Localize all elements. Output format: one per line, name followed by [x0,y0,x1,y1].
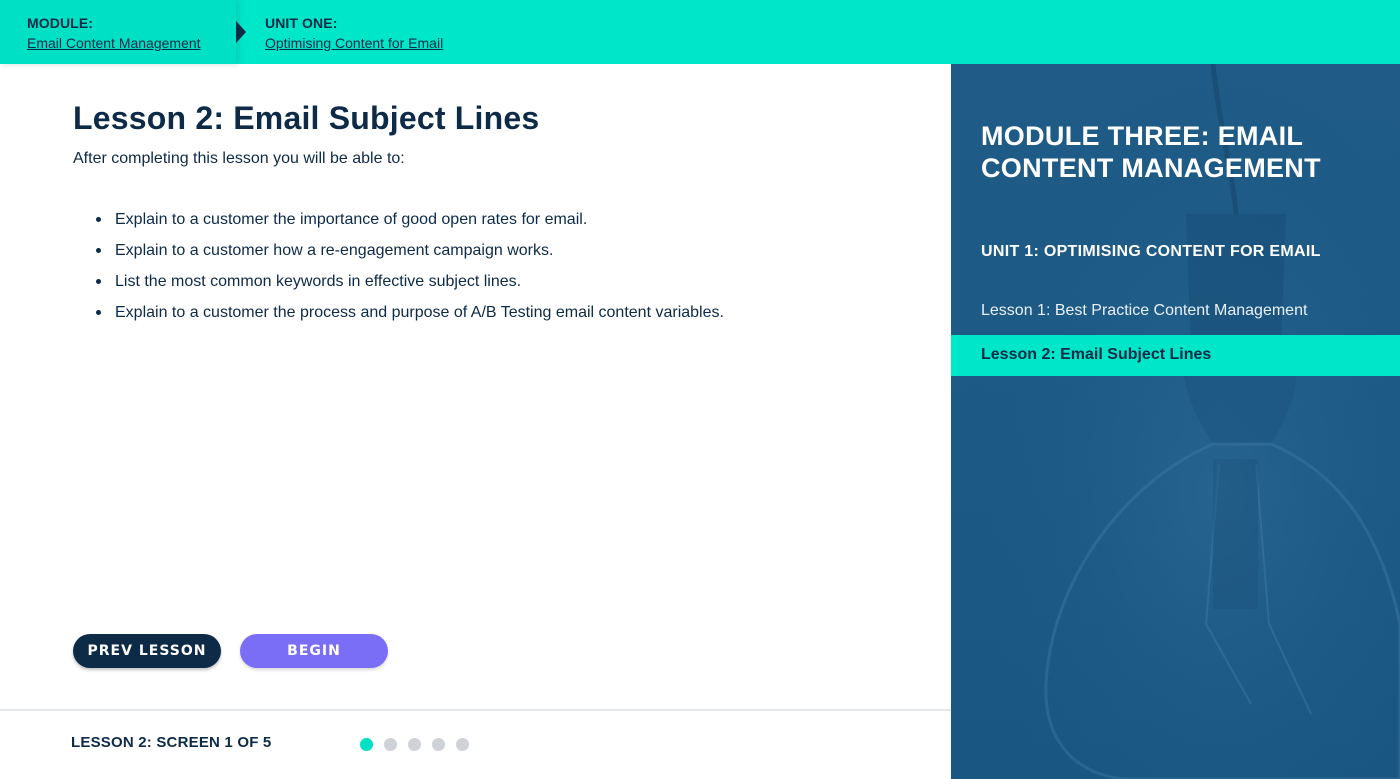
breadcrumb-module: MODULE: Email Content Management [27,13,201,53]
sidebar-unit-title: UNIT 1: OPTIMISING CONTENT FOR EMAIL [981,243,1321,260]
pager-dot-1[interactable] [360,738,373,751]
objective-text: Explain to a customer how a re-engagemen… [115,242,554,259]
sidebar-lesson-2-label: Lesson 2: Email Subject Lines [981,346,1212,363]
prev-lesson-button[interactable]: PREV LESSON [73,634,221,668]
objective-item: Explain to a customer how a re-engagemen… [96,235,724,266]
bullet-icon [96,310,101,315]
pager-dot-5[interactable] [456,738,469,751]
objective-text: Explain to a customer the process and pu… [115,304,724,321]
pager-dot-2[interactable] [384,738,397,751]
sidebar-lesson-1[interactable]: Lesson 1: Best Practice Content Manageme… [981,302,1307,320]
breadcrumb-module-label: MODULE: [27,15,94,31]
pager-dot-4[interactable] [432,738,445,751]
breadcrumb-unit-label: UNIT ONE: [265,15,338,31]
begin-button[interactable]: BEGIN [240,634,388,668]
objective-item: Explain to a customer the process and pu… [96,297,724,328]
footer-divider [0,709,951,711]
breadcrumb-module-link[interactable]: Email Content Management [27,33,201,53]
breadcrumb-arrow-icon [236,21,246,43]
sidebar-lesson-2-active[interactable]: Lesson 2: Email Subject Lines [951,335,1400,376]
screen-pager [360,738,469,751]
objectives-list: Explain to a customer the importance of … [96,204,724,328]
breadcrumb-unit-link[interactable]: Optimising Content for Email [265,33,443,53]
pager-dot-3[interactable] [408,738,421,751]
objective-item: List the most common keywords in effecti… [96,266,724,297]
lesson-title: Lesson 2: Email Subject Lines [73,100,540,136]
bullet-icon [96,248,101,253]
breadcrumb-unit: UNIT ONE: Optimising Content for Email [265,13,443,53]
course-outline-panel: MODULE THREE: EMAIL CONTENT MANAGEMENT U… [951,64,1400,779]
top-breadcrumb-bar: MODULE: Email Content Management UNIT ON… [0,0,1400,64]
objective-item: Explain to a customer the importance of … [96,204,724,235]
screen-counter: LESSON 2: SCREEN 1 OF 5 [71,734,272,751]
objective-text: List the most common keywords in effecti… [115,273,522,290]
bullet-icon [96,217,101,222]
lesson-intro: After completing this lesson you will be… [73,150,405,167]
sidebar-module-title: MODULE THREE: EMAIL CONTENT MANAGEMENT [981,121,1321,183]
bullet-icon [96,279,101,284]
objective-text: Explain to a customer the importance of … [115,211,588,228]
